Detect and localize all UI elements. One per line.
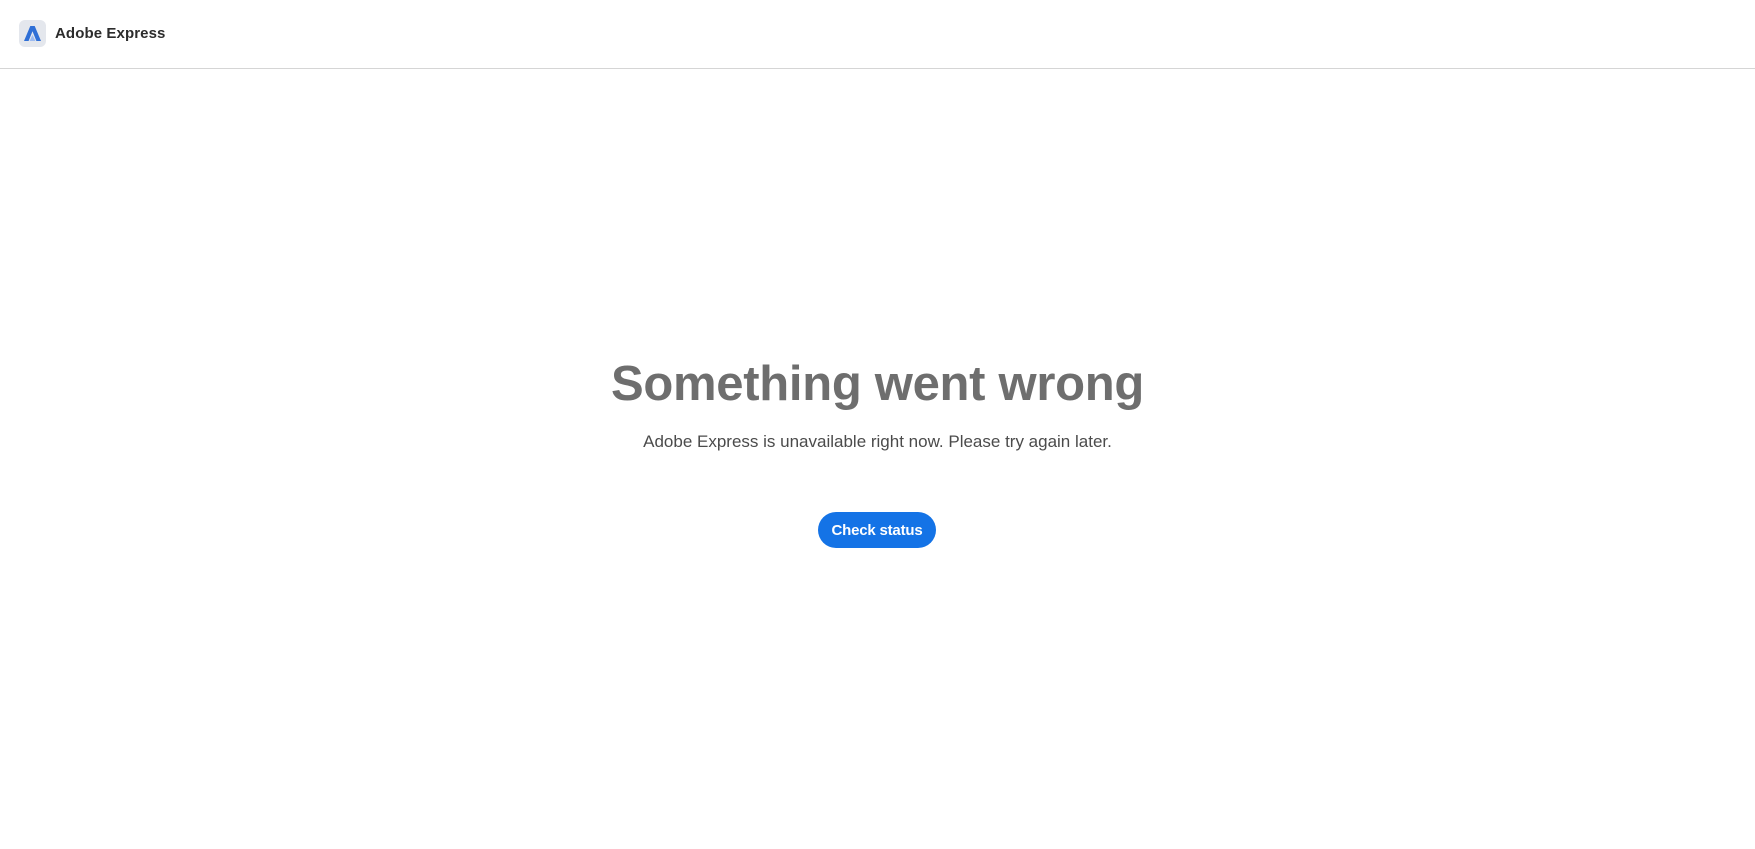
- adobe-express-logo-icon: [19, 20, 46, 47]
- error-title: Something went wrong: [611, 357, 1144, 411]
- check-status-button[interactable]: Check status: [818, 512, 936, 548]
- app-name: Adobe Express: [55, 25, 166, 42]
- app-header: Adobe Express: [0, 0, 1755, 69]
- error-message: Adobe Express is unavailable right now. …: [643, 432, 1112, 451]
- brand[interactable]: Adobe Express: [19, 20, 166, 47]
- logo-mark: [24, 26, 41, 41]
- error-page: Something went wrong Adobe Express is un…: [0, 69, 1755, 849]
